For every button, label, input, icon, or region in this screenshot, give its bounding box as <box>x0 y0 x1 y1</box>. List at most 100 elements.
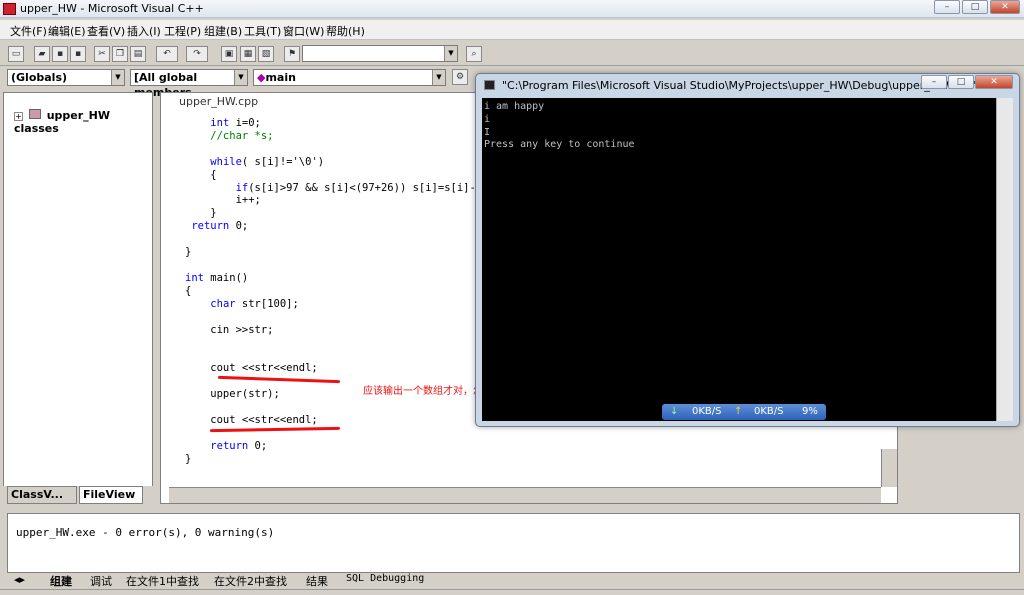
chevron-down-icon[interactable]: ▼ <box>444 46 457 61</box>
scope-combo[interactable]: (Globals) ▼ <box>7 69 125 86</box>
console-output: i am happy i I Press any key to continue <box>484 101 635 151</box>
paste-icon[interactable]: ▤ <box>130 46 146 62</box>
document-tab[interactable]: upper_HW.cpp <box>165 95 258 113</box>
horizontal-scrollbar[interactable] <box>169 487 881 503</box>
members-combo[interactable]: [All global members▼ <box>130 69 248 99</box>
output-tab-nav-icon[interactable]: ◂▸ <box>14 573 25 586</box>
copy-icon[interactable]: ❐ <box>112 46 128 62</box>
tab-results[interactable]: 结果 <box>306 573 328 589</box>
redo-icon[interactable]: ↷ <box>186 46 208 62</box>
menu-insert[interactable]: 插入(I) <box>127 23 161 39</box>
download-arrow-icon: ↓ <box>670 406 679 417</box>
standard-toolbar: ▭ ▰ ▪ ▪ ✂ ❐ ▤ ↶ ↷ ▣ ▦ ▧ ⚑ ▼ ⌕ <box>0 42 1024 66</box>
tab-debug[interactable]: 调试 <box>90 573 112 589</box>
expand-icon[interactable]: + <box>14 112 23 121</box>
menu-tools[interactable]: 工具(T) <box>244 23 281 39</box>
chevron-down-icon[interactable]: ▼ <box>432 70 445 85</box>
new-file-icon[interactable]: ▭ <box>8 46 24 62</box>
window-list-icon[interactable]: ▧ <box>258 46 274 62</box>
tab-classview[interactable]: ClassV... <box>7 486 77 504</box>
menu-file[interactable]: 文件(F) <box>10 23 47 39</box>
upload-speed: 0KB/S <box>754 406 784 417</box>
tab-build[interactable]: 组建 <box>50 573 72 589</box>
menu-edit[interactable]: 编辑(E) <box>48 23 86 39</box>
scope-combo-value: (Globals) <box>11 71 68 84</box>
close-button[interactable]: ✕ <box>990 0 1020 14</box>
chevron-down-icon[interactable]: ▼ <box>111 70 124 85</box>
console-minimize-button[interactable]: – <box>921 75 947 89</box>
workspace-pane: + upper_HW classes <box>3 92 153 504</box>
class-tree-root[interactable]: + upper_HW classes <box>14 109 152 135</box>
open-folder-icon[interactable]: ▰ <box>34 46 50 62</box>
code-line: return 0; <box>191 220 249 233</box>
output-pane: upper_HW.exe - 0 error(s), 0 warning(s) <box>7 513 1020 573</box>
code-line: if(s[i]>97 && s[i]<(97+26)) s[i]=s[i]- <box>235 181 476 194</box>
menu-help[interactable]: 帮助(H) <box>326 23 365 39</box>
save-icon[interactable]: ▪ <box>52 46 68 62</box>
console-maximize-button[interactable]: □ <box>948 75 974 89</box>
code-line: //char *s; <box>185 129 274 142</box>
wizard-action-icon[interactable]: ⚙ <box>452 69 468 85</box>
title-bar: upper_HW - Microsoft Visual C++ – □ ✕ <box>0 0 1024 18</box>
window-title: upper_HW - Microsoft Visual C++ <box>20 2 204 15</box>
search-icon[interactable]: ⌕ <box>466 46 482 62</box>
wizardbar: (Globals)▼ [All global members▼ ◆main▼ ⚙ <box>0 67 480 99</box>
code-line: cout <<str<<endl; <box>185 362 318 375</box>
code-line: } <box>185 246 192 259</box>
code-line: cout <<str<<endl; <box>185 413 318 426</box>
download-speed: 0KB/S <box>692 406 722 417</box>
save-all-icon[interactable]: ▪ <box>70 46 86 62</box>
tab-fileview[interactable]: FileView <box>79 486 143 504</box>
tab-fileview-label: FileView <box>83 488 136 501</box>
code-line: i++; <box>185 194 261 207</box>
menu-project[interactable]: 工程(P) <box>164 23 201 39</box>
vertical-scrollbar[interactable] <box>881 449 897 487</box>
upload-arrow-icon: ↑ <box>734 406 743 417</box>
workspace-tabs: ClassV... FileView <box>3 486 153 504</box>
code-area[interactable]: int i=0; //char *s; while( s[i]!='\0') {… <box>185 117 476 465</box>
document-tab-label: upper_HW.cpp <box>179 95 259 108</box>
output-icon[interactable]: ▦ <box>240 46 256 62</box>
menu-build[interactable]: 组建(B) <box>204 23 242 39</box>
code-line: } <box>185 452 192 465</box>
menu-window[interactable]: 窗口(W) <box>283 23 324 39</box>
console-output-area: i am happy i I Press any key to continue… <box>482 98 998 421</box>
console-scrollbar[interactable] <box>996 98 1013 421</box>
code-line: int i=0; <box>210 117 261 129</box>
code-line: int main() <box>185 271 249 284</box>
code-line: while( s[i]!='\0') <box>210 155 325 168</box>
console-icon <box>484 80 495 90</box>
cpu-percent: 9% <box>802 406 818 417</box>
tab-find1[interactable]: 在文件1中查找 <box>126 573 199 589</box>
function-combo-value: main <box>265 71 296 84</box>
tab-find2[interactable]: 在文件2中查找 <box>214 573 287 589</box>
cut-icon[interactable]: ✂ <box>94 46 110 62</box>
chevron-down-icon[interactable]: ▼ <box>234 70 247 85</box>
workspace-icon[interactable]: ▣ <box>221 46 237 62</box>
menu-view[interactable]: 查看(V) <box>87 23 125 39</box>
find-in-files-icon[interactable]: ⚑ <box>284 46 300 62</box>
network-speed-widget: ↓ 0KB/S ↑ 0KB/S 9% <box>662 404 826 420</box>
function-combo[interactable]: ◆main ▼ <box>253 69 446 86</box>
tab-sql-debugging[interactable]: SQL Debugging <box>346 573 424 584</box>
minimize-button[interactable]: – <box>934 0 960 14</box>
undo-icon[interactable]: ↶ <box>156 46 178 62</box>
code-line: { <box>185 168 217 181</box>
console-window[interactable]: "C:\Program Files\Microsoft Visual Studi… <box>475 73 1020 427</box>
classes-folder-icon <box>28 109 41 119</box>
code-line: { <box>185 284 192 297</box>
find-combo[interactable]: ▼ <box>302 45 458 62</box>
maximize-button[interactable]: □ <box>962 0 988 14</box>
status-bar <box>0 589 1024 595</box>
console-close-button[interactable]: ✕ <box>975 75 1013 89</box>
code-line: char str[100]; <box>210 297 299 310</box>
app-icon <box>3 3 16 15</box>
build-result: upper_HW.exe - 0 error(s), 0 warning(s) <box>16 526 275 539</box>
